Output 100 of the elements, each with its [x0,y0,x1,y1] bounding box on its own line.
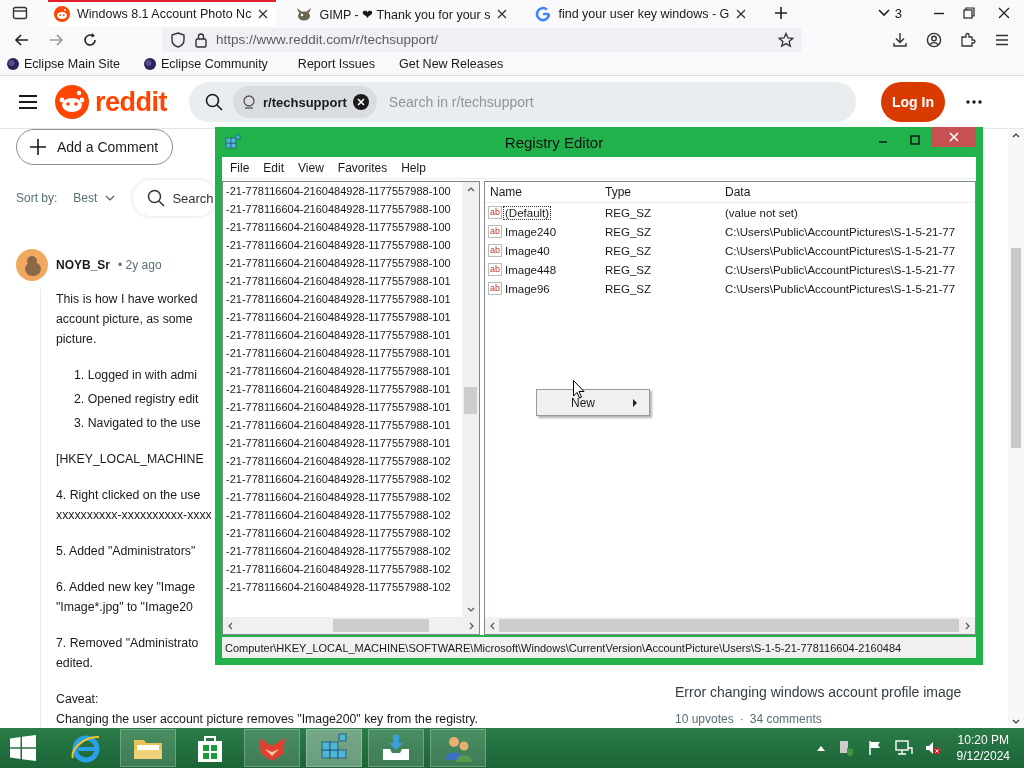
menu-item[interactable]: View [298,160,324,175]
tab-list-icon[interactable] [12,5,28,21]
author-name[interactable]: NOYB_Sr [56,258,111,272]
puzzle-icon[interactable] [960,31,976,48]
menu-item[interactable]: Edit [263,160,285,175]
flag-icon[interactable] [866,740,883,756]
star-icon[interactable] [778,31,794,48]
clock[interactable]: 10:20 PM 9/12/2024 [956,732,1010,764]
tree-item[interactable]: -21-778116604-2160484928-1177557988-100 [226,200,451,218]
separator-dot: · [739,712,744,726]
reload-icon[interactable] [82,31,98,48]
chevron-left-icon[interactable] [228,621,233,630]
tree-item[interactable]: -21-778116604-2160484928-1177557988-100 [226,236,451,254]
chevron-up-icon[interactable] [466,187,475,192]
column-header[interactable]: Data [725,185,751,199]
close-icon[interactable] [258,9,269,19]
tree-item[interactable]: -21-778116604-2160484928-1177557988-101 [226,290,451,308]
browser-tab[interactable]: GIMP - ❤ Thank you for your s [290,0,516,26]
tree-item[interactable]: -21-778116604-2160484928-1177557988-102 [226,470,451,488]
muted-speaker-icon[interactable] [924,740,941,756]
menu-item[interactable]: New [537,395,649,410]
tree-item[interactable]: -21-778116604-2160484928-1177557988-102 [226,542,451,560]
menu-icon[interactable] [18,94,38,110]
tree-item[interactable]: -21-778116604-2160484928-1177557988-101 [226,308,451,326]
chevron-up-icon[interactable] [816,745,825,751]
maximize-icon[interactable] [910,135,920,145]
scroll-thumb[interactable] [499,619,959,632]
chevron-right-icon[interactable] [469,621,474,630]
close-button[interactable] [931,127,976,147]
close-icon[interactable] [736,9,747,19]
menu-item[interactable]: Help [401,160,426,175]
tree-item[interactable]: -21-778116604-2160484928-1177557988-101 [226,398,451,416]
lock-icon[interactable] [194,31,208,48]
comment-search-field[interactable]: Search [133,180,216,216]
tree-item[interactable]: -21-778116604-2160484928-1177557988-100 [226,218,451,236]
tree-item[interactable]: -21-778116604-2160484928-1177557988-101 [226,362,451,380]
community-chip[interactable]: r/techsupport [233,86,377,118]
menu-item[interactable]: File [230,160,250,175]
value-name[interactable]: (Default) [503,205,552,220]
chevron-down-icon[interactable] [466,607,475,612]
tree-item[interactable]: -21-778116604-2160484928-1177557988-101 [226,272,451,290]
tree-item[interactable]: -21-778116604-2160484928-1177557988-101 [226,380,451,398]
taskbar-app[interactable] [120,729,176,767]
browser-tab[interactable]: Windows 8.1 Account Photo Nc [48,0,277,26]
scrollbar[interactable] [223,617,479,634]
scrollbar[interactable] [462,182,479,617]
menu-item[interactable]: Favorites [337,160,388,175]
scroll-thumb[interactable] [1011,248,1021,448]
value-name[interactable]: Image240 [503,224,559,239]
scrollbar[interactable] [485,617,975,634]
forward-icon[interactable] [48,31,64,48]
sort-dropdown[interactable]: Best [73,191,116,205]
tree-item[interactable]: -21-778116604-2160484928-1177557988-101 [226,416,451,434]
search-field[interactable]: r/techsupport Search in r/techsupport [189,82,856,122]
tree-item[interactable]: -21-778116604-2160484928-1177557988-100 [226,254,451,272]
tree-item[interactable]: -21-778116604-2160484928-1177557988-102 [226,452,451,470]
bookmark-link[interactable]: Report Issues [297,57,375,71]
taskbar-app[interactable] [368,729,424,767]
download-icon[interactable] [892,31,908,48]
tree-item[interactable]: -21-778116604-2160484928-1177557988-101 [226,326,451,344]
address-field[interactable]: https://www.reddit.com/r/techsupport/ [162,27,802,52]
monitor-icon[interactable] [894,740,913,756]
tree-item[interactable]: -21-778116604-2160484928-1177557988-101 [226,434,451,452]
chevron-down-icon[interactable] [1012,719,1020,724]
tree-item[interactable]: -21-778116604-2160484928-1177557988-102 [226,578,451,596]
login-button[interactable]: Log In [881,82,945,122]
bookmark-link[interactable]: Eclipse Community [143,57,268,71]
tree-item[interactable]: -21-778116604-2160484928-1177557988-102 [226,488,451,506]
bookmark-link[interactable]: Get New Releases [399,57,504,71]
chevron-up-icon[interactable] [1012,133,1020,138]
plus-icon[interactable] [774,6,789,20]
tree-item[interactable]: -21-778116604-2160484928-1177557988-100 [226,182,451,200]
tree-item[interactable]: -21-778116604-2160484928-1177557988-101 [226,344,451,362]
chevron-right-icon[interactable] [965,621,970,630]
scroll-thumb[interactable] [333,619,429,632]
related-post-link[interactable]: Error changing windows account profile image [675,684,1008,700]
add-comment-button[interactable]: Add a Comment [16,129,174,165]
tree-item[interactable]: -21-778116604-2160484928-1177557988-102 [226,524,451,542]
scroll-thumb[interactable] [464,387,477,414]
chevron-left-icon[interactable] [490,621,495,630]
clear-icon[interactable] [352,94,369,110]
value-name[interactable]: Image96 [503,281,552,296]
browser-tab[interactable]: find your user key windows - G [529,0,755,26]
avatar-icon[interactable] [16,249,48,281]
tree-item[interactable]: -21-778116604-2160484928-1177557988-102 [226,560,451,578]
value-name[interactable]: Image40 [503,243,552,258]
tab-count-button[interactable]: 3 [877,5,902,21]
tree-item[interactable]: -21-778116604-2160484928-1177557988-102 [226,506,451,524]
shield-icon[interactable] [170,31,186,48]
column-header[interactable]: Name [485,185,605,199]
close-icon[interactable] [497,9,508,19]
restore-icon[interactable] [963,7,975,19]
scrollbar[interactable] [1008,129,1024,728]
bookmark-link[interactable]: Eclipse Main Site [7,57,120,71]
column-header[interactable]: Type [605,185,725,199]
account-icon[interactable] [926,31,942,48]
start-icon[interactable] [10,735,36,761]
value-name[interactable]: Image448 [503,262,559,277]
back-icon[interactable] [14,31,30,48]
more-icon[interactable] [966,100,982,104]
